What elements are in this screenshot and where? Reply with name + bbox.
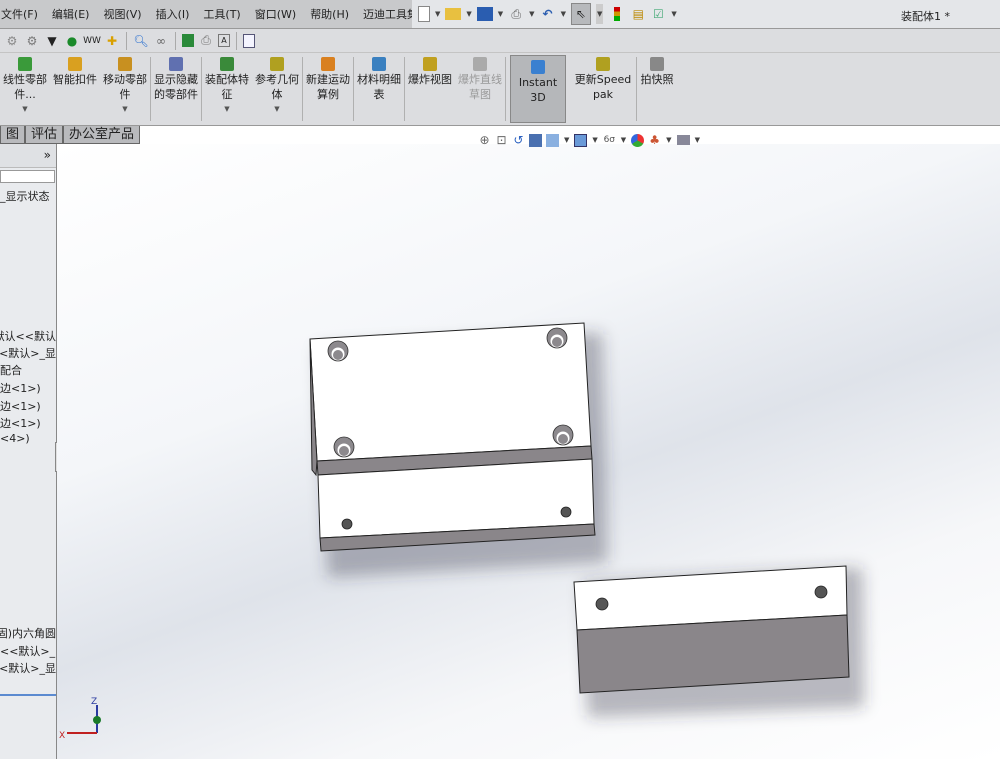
triad-z-label: Z — [91, 697, 97, 707]
hole — [595, 597, 609, 611]
hole — [560, 506, 572, 518]
counterbore-hole — [546, 327, 568, 349]
counterbore-hole — [552, 424, 574, 446]
counterbore-hole — [327, 340, 349, 362]
hole — [341, 518, 353, 530]
hole — [814, 585, 828, 599]
counterbore-hole — [333, 436, 355, 458]
triad-x-label: X — [59, 731, 65, 741]
model-graphics: Z X — [59, 322, 863, 741]
coordinate-triad: Z X — [59, 697, 101, 741]
